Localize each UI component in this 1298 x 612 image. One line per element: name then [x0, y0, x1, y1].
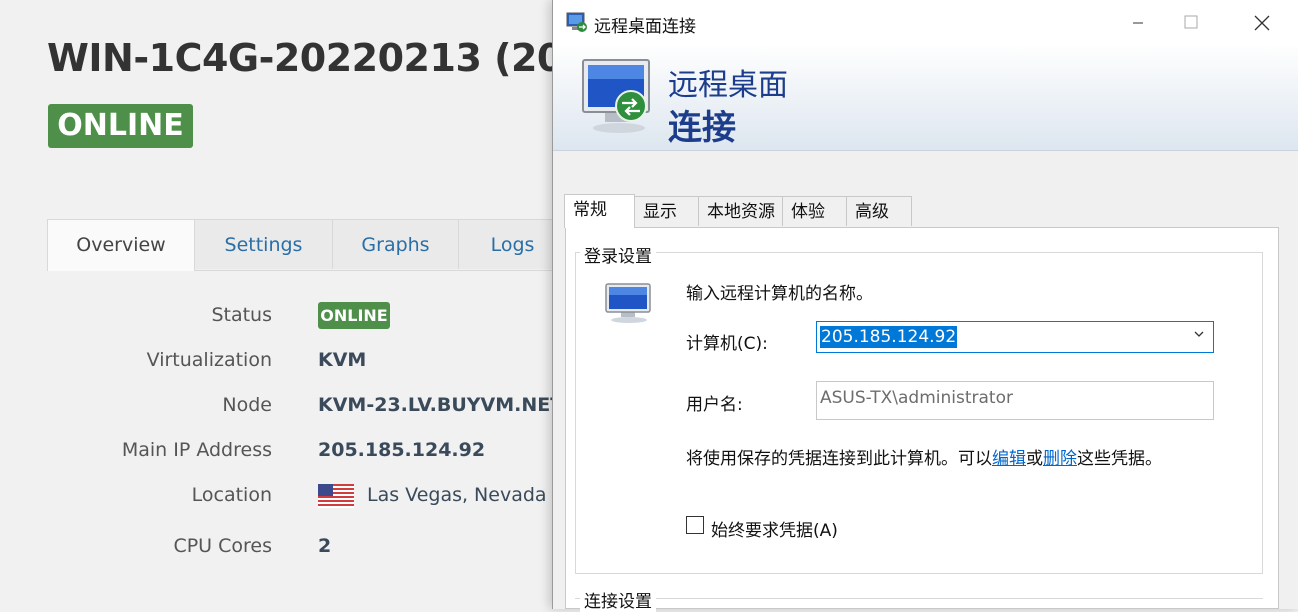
computer-combobox[interactable]: 205.185.124.92	[816, 321, 1214, 353]
login-settings-label: 登录设置	[580, 242, 656, 267]
tab-local-resources[interactable]: 本地资源	[698, 196, 783, 226]
tab-overview[interactable]: Overview	[47, 219, 195, 271]
edit-credentials-link[interactable]: 编辑	[992, 449, 1026, 469]
virtualization-label: Virtualization	[146, 349, 272, 371]
us-flag-icon	[318, 484, 354, 508]
maximize-icon	[1184, 15, 1198, 29]
banner-title-line2: 连接	[668, 108, 736, 148]
server-title: WIN-1C4G-20220213 (205.1	[47, 36, 629, 80]
cpu-cores-label: CPU Cores	[173, 535, 272, 557]
main-ip-label: Main IP Address	[121, 439, 272, 461]
server-tabs: Overview Settings Graphs Logs	[47, 219, 567, 271]
dialog-titlebar[interactable]: 远程桌面连接	[553, 0, 1298, 46]
saved-credentials-text-1: 将使用保存的凭据连接到此计算机。可以	[686, 449, 992, 469]
rdp-app-icon	[566, 12, 587, 32]
enter-computer-prompt: 输入远程计算机的名称。	[686, 284, 873, 304]
banner-title-line1: 远程桌面	[668, 68, 788, 103]
minimize-button[interactable]	[1115, 0, 1161, 46]
username-value: ASUS-TX\administrator	[820, 388, 1013, 408]
tab-display[interactable]: 显示	[634, 196, 699, 226]
always-ask-credentials-checkbox[interactable]	[686, 516, 704, 534]
window-title: 远程桌面连接	[594, 17, 696, 37]
tab-experience[interactable]: 体验	[782, 196, 847, 226]
connection-settings-group	[575, 598, 1263, 599]
dialog-banner: 远程桌面 连接	[553, 46, 1298, 151]
chevron-down-icon[interactable]	[1193, 328, 1205, 344]
location-value: Las Vegas, Nevada	[367, 484, 547, 506]
username-field: ASUS-TX\administrator	[816, 381, 1214, 420]
saved-credentials-text-2: 或	[1026, 449, 1043, 469]
minimize-icon	[1133, 22, 1143, 24]
tab-graphs[interactable]: Graphs	[332, 219, 459, 269]
username-label: 用户名:	[686, 395, 743, 415]
main-ip-value: 205.185.124.92	[318, 439, 486, 461]
node-value: KVM-23.LV.BUYVM.NET	[318, 394, 564, 416]
saved-credentials-text: 将使用保存的凭据连接到此计算机。可以编辑或删除这些凭据。	[686, 444, 1162, 469]
virtualization-value: KVM	[318, 349, 367, 371]
tab-logs[interactable]: Logs	[458, 219, 567, 269]
computer-icon	[605, 283, 651, 323]
node-label: Node	[222, 394, 272, 416]
computer-value[interactable]: 205.185.124.92	[820, 326, 958, 348]
close-button[interactable]	[1239, 0, 1285, 46]
status-label: Status	[211, 304, 272, 326]
connection-settings-label: 连接设置	[580, 587, 656, 612]
status-badge: ONLINE	[318, 302, 390, 329]
tab-general[interactable]: 常规	[564, 194, 635, 228]
tab-advanced[interactable]: 高级	[846, 196, 912, 226]
close-icon	[1254, 15, 1270, 31]
tab-settings[interactable]: Settings	[194, 219, 333, 269]
saved-credentials-text-3: 这些凭据。	[1077, 449, 1162, 469]
maximize-button[interactable]	[1167, 0, 1213, 46]
computer-label: 计算机(C):	[686, 334, 768, 354]
remote-desktop-monitor-icon	[582, 59, 650, 133]
always-ask-credentials-label[interactable]: 始终要求凭据(A)	[711, 516, 838, 541]
cpu-cores-value: 2	[318, 535, 332, 557]
status-badge-large: ONLINE	[48, 104, 193, 148]
delete-credentials-link[interactable]: 删除	[1043, 449, 1077, 469]
location-label: Location	[191, 484, 272, 506]
